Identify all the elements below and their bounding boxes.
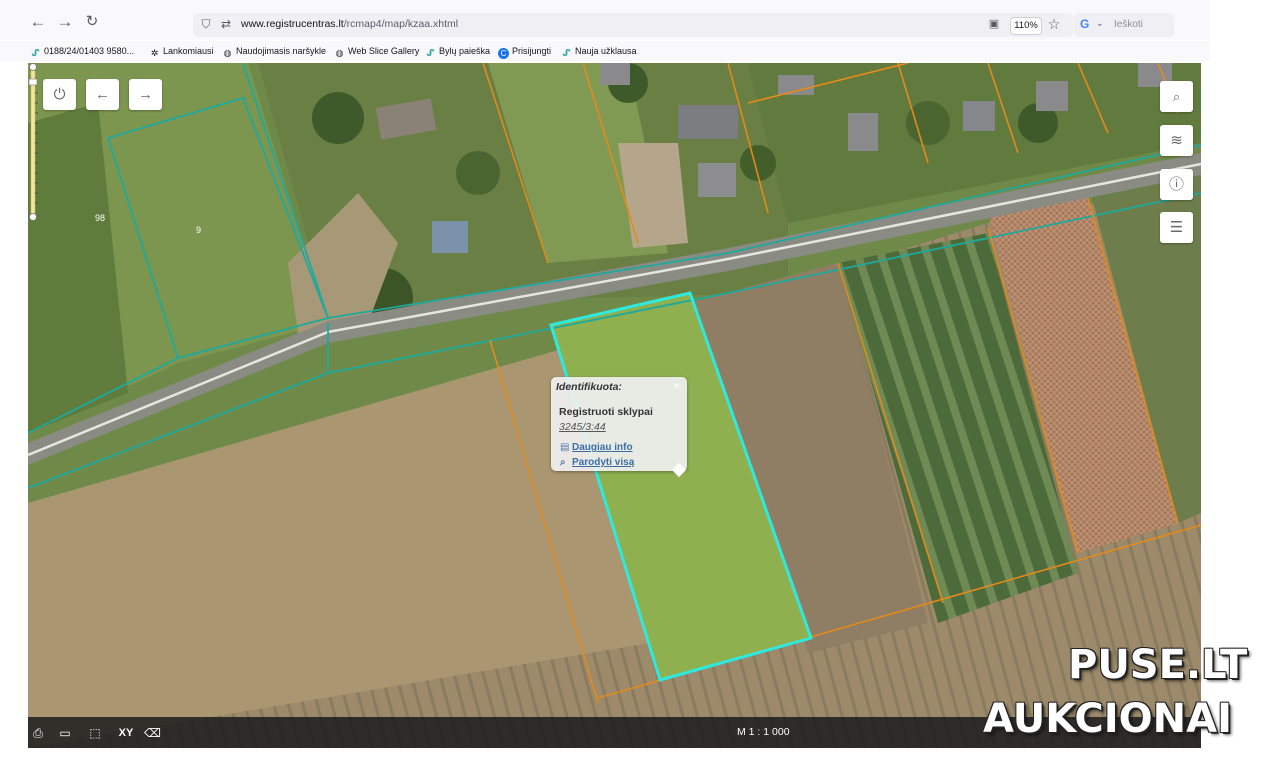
magnifier-icon: ⌕ bbox=[560, 457, 566, 468]
search-icon: ⌕ bbox=[1172, 89, 1181, 104]
chevron-down-icon[interactable]: ⌄ bbox=[1096, 18, 1104, 29]
search-input-placeholder[interactable]: Ieškoti bbox=[1114, 19, 1143, 30]
back-button[interactable]: ← bbox=[28, 12, 48, 32]
permissions-icon[interactable]: ⇄ bbox=[218, 16, 234, 32]
google-icon[interactable]: G bbox=[1080, 17, 1089, 31]
bookmark-star-icon[interactable]: ☆ bbox=[1046, 16, 1062, 32]
ruler-icon[interactable]: ▭ bbox=[56, 725, 74, 741]
print-icon[interactable]: ⎙ bbox=[30, 725, 46, 741]
plot-label: 9 bbox=[196, 225, 201, 235]
bookmark-item[interactable]: ✲ Lankomiausi bbox=[149, 44, 214, 58]
registrucentras-icon: ᔑ bbox=[426, 48, 435, 58]
show-all-link[interactable]: ⌕ Parodyti visą bbox=[560, 457, 634, 468]
close-icon[interactable]: × bbox=[670, 379, 684, 393]
zoom-slider-handle[interactable] bbox=[28, 78, 38, 86]
zoom-in-icon[interactable] bbox=[29, 63, 37, 71]
document-icon: ▤ bbox=[560, 442, 570, 453]
arrow-right-icon: → bbox=[138, 86, 153, 103]
globe-icon: ◍ bbox=[335, 48, 344, 58]
zoom-out-icon[interactable] bbox=[29, 213, 37, 221]
legend-button[interactable]: ☰ bbox=[1160, 212, 1193, 243]
reload-button[interactable]: ↻ bbox=[82, 12, 102, 32]
info-button[interactable]: ⓘ bbox=[1160, 169, 1193, 200]
map-canvas[interactable]: 98 9 ⏻ ← → ⌕ ≋ ⓘ ☰ Identifikuota: × Regi… bbox=[28, 63, 1201, 748]
globe-icon: ◍ bbox=[223, 48, 232, 58]
map-forward-button[interactable]: → bbox=[129, 79, 162, 110]
zoom-level-badge[interactable]: 110% bbox=[1010, 17, 1042, 35]
eraser-icon[interactable]: ⌫ bbox=[144, 725, 161, 741]
watermark-line-1: PUSE.LT bbox=[1068, 642, 1248, 688]
popup-layer-name: Registruoti sklypai bbox=[559, 406, 653, 418]
parcel-number-link[interactable]: 3245/3:44 bbox=[559, 421, 606, 433]
identify-popup: Identifikuota: × Registruoti sklypai 324… bbox=[551, 377, 687, 471]
info-icon: ⓘ bbox=[1168, 176, 1184, 193]
url-text[interactable]: www.registrucentras.lt/rcmap4/map/kzaa.x… bbox=[241, 18, 458, 30]
bookmark-item[interactable]: C Prisijungti bbox=[498, 44, 551, 59]
bookmark-item[interactable]: ᔑ Nauja užklausa bbox=[561, 44, 636, 58]
coordinates-tool[interactable]: XY bbox=[116, 725, 136, 741]
plot-label: 98 bbox=[95, 213, 105, 223]
forward-button[interactable]: → bbox=[55, 12, 75, 32]
bookmark-item[interactable]: ᔑ 0188/24/01403 9580... bbox=[30, 44, 134, 58]
layers-icon: ≋ bbox=[1170, 132, 1183, 149]
arrow-left-icon: ← bbox=[95, 86, 110, 103]
watermark-line-2: AUKCIONAI bbox=[983, 696, 1232, 742]
power-icon: ⏻ bbox=[53, 86, 66, 103]
map-back-button[interactable]: ← bbox=[86, 79, 119, 110]
gear-icon: ✲ bbox=[150, 48, 159, 58]
search-button[interactable]: ⌕ bbox=[1160, 81, 1193, 112]
bookmark-item[interactable]: ᔑ Bylų paieška bbox=[425, 44, 490, 58]
registrucentras-icon: ᔑ bbox=[562, 48, 571, 58]
bookmark-item[interactable]: ◍ Naudojimasis naršykle bbox=[222, 44, 326, 58]
registrucentras-icon: ᔑ bbox=[31, 48, 40, 58]
legend-icon: ☰ bbox=[1169, 219, 1184, 236]
bookmark-item[interactable]: ◍ Web Slice Gallery bbox=[334, 44, 420, 58]
power-button[interactable]: ⏻ bbox=[43, 79, 76, 110]
select-area-icon[interactable]: ⬚ bbox=[86, 725, 104, 741]
c-logo-icon: C bbox=[498, 48, 509, 59]
popup-title: Identifikuota: bbox=[556, 381, 622, 393]
zoom-slider[interactable] bbox=[28, 63, 38, 221]
more-info-link[interactable]: ▤ Daugiau info bbox=[560, 442, 633, 453]
screenshot-icon[interactable]: ▣ bbox=[986, 16, 1002, 32]
map-scale: M 1 : 1 000 bbox=[737, 726, 790, 738]
layers-button[interactable]: ≋ bbox=[1160, 125, 1193, 156]
shield-icon[interactable]: ⛉ bbox=[198, 16, 214, 32]
